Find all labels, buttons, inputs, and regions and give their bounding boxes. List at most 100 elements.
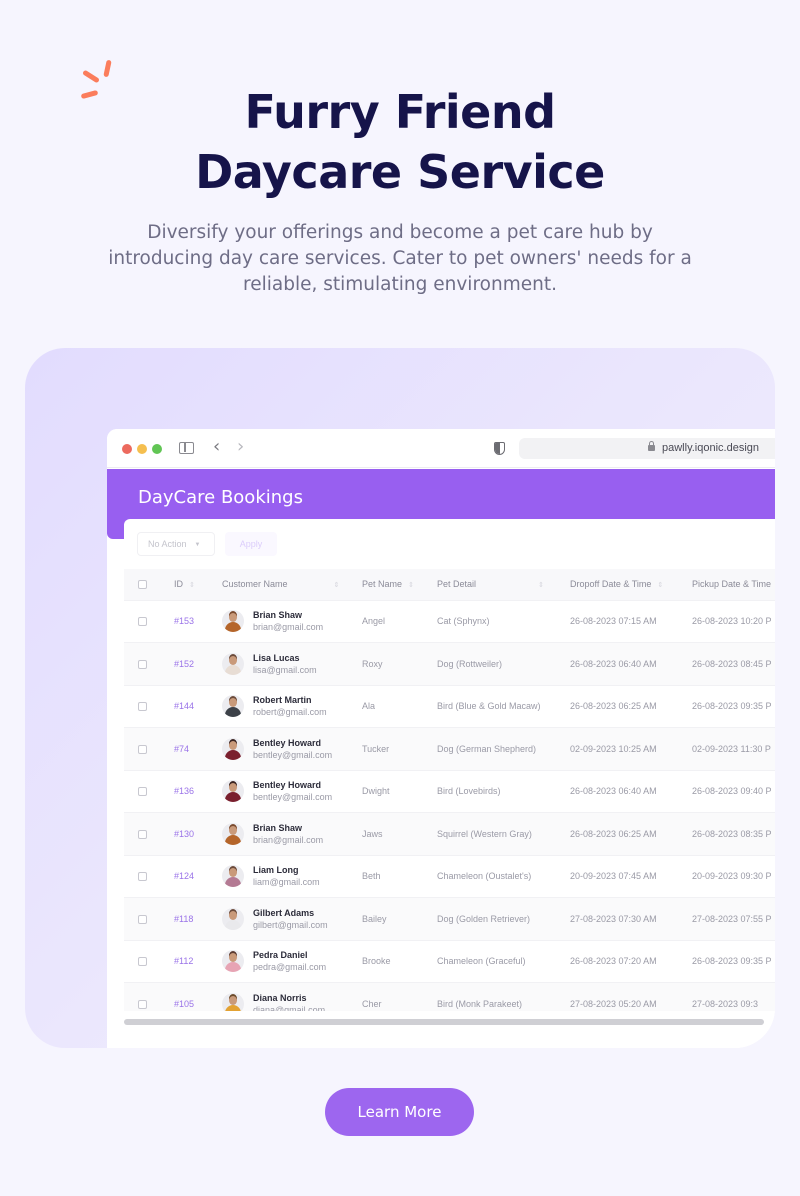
bulk-action-select[interactable]: No Action ▼ [137,532,215,556]
sort-icon[interactable]: ⇕ [334,581,340,589]
shield-icon[interactable] [494,442,505,455]
column-header-id[interactable]: ID ⇕ [174,569,222,600]
table-row[interactable]: #144 Robert Martin robert@gmail.com Ala Bird… [124,685,775,728]
sort-icon[interactable]: ⇕ [657,581,663,589]
chevron-down-icon: ▼ [194,541,201,548]
column-header-customer-name[interactable]: Customer Name ⇕ [222,569,362,600]
column-header-pet-name[interactable]: Pet Name ⇕ [362,569,437,600]
maximize-window-icon[interactable] [152,444,162,454]
horizontal-scrollbar[interactable] [124,1019,764,1025]
close-window-icon[interactable] [122,444,132,454]
row-checkbox[interactable] [138,617,147,627]
dropoff-datetime: 26-08-2023 06:40 AM [570,786,657,797]
pet-name: Ala [362,701,376,712]
pickup-datetime: 26-08-2023 08:35 P [692,828,772,839]
table-row[interactable]: #136 Bentley Howard bentley@gmail.com Dwigh… [124,770,775,813]
pet-name: Dwight [362,786,390,797]
booking-id-link[interactable]: #105 [174,999,194,1009]
row-checkbox[interactable] [138,702,147,712]
dropoff-datetime: 26-08-2023 06:40 AM [570,658,657,669]
booking-id-link[interactable]: #124 [174,871,194,881]
customer-cell: Pedra Daniel pedra@gmail.com [222,949,362,973]
customer-email: bentley@gmail.com [253,749,333,760]
row-checkbox[interactable] [138,829,147,839]
customer-name: Brian Shaw [253,822,303,833]
row-checkbox[interactable] [138,872,147,882]
pickup-datetime: 26-08-2023 10:20 P [692,616,772,627]
column-header-pet-detail[interactable]: Pet Detail ⇕ [437,569,570,600]
dropoff-datetime: 20-09-2023 07:45 AM [570,871,657,882]
dropoff-datetime: 02-09-2023 10:25 AM [570,743,657,754]
minimize-window-icon[interactable] [137,444,147,454]
row-checkbox[interactable] [138,659,147,669]
table-row[interactable]: #152 Lisa Lucas lisa@gmail.com Roxy Dog (Rot… [124,642,775,685]
forward-icon[interactable]: › [237,437,244,457]
row-checkbox[interactable] [138,744,147,754]
table-row[interactable]: #74 Bentley Howard bentley@gmail.com Tucker… [124,727,775,770]
sidebar-toggle-icon[interactable] [179,442,194,454]
row-checkbox[interactable] [138,1000,147,1010]
column-header-pickup[interactable]: Pickup Date & Time [692,569,775,600]
customer-cell: Lisa Lucas lisa@gmail.com [222,652,362,676]
customer-name: Pedra Daniel [253,950,308,961]
dropoff-datetime: 26-08-2023 06:25 AM [570,701,657,712]
pickup-datetime: 02-09-2023 11:30 P [692,743,771,754]
pet-detail: Bird (Blue & Gold Macaw) [437,701,541,712]
table-row[interactable]: #153 Brian Shaw brian@gmail.com Angel Cat (S… [124,600,775,643]
row-checkbox[interactable] [138,957,147,967]
url-text: pawlly.iqonic.design [662,442,760,454]
hero-title: Furry Friend Daycare Service [0,82,800,202]
row-checkbox[interactable] [138,787,147,797]
customer-name: Liam Long [253,865,299,876]
pet-detail: Squirrel (Western Gray) [437,828,532,839]
row-checkbox[interactable] [138,914,147,924]
customer-name: Bentley Howard [253,780,322,791]
table-row[interactable]: #130 Brian Shaw brian@gmail.com Jaws Squirre… [124,812,775,855]
select-all-checkbox[interactable] [138,580,147,590]
booking-id-link[interactable]: #136 [174,786,194,796]
browser-window: ‹ › pawlly.iqonic.design DayCare Booking… [107,429,775,1048]
table-row[interactable]: #112 Pedra Daniel pedra@gmail.com Brooke Cha… [124,940,775,983]
customer-cell: Bentley Howard bentley@gmail.com [222,779,362,803]
customer-email: gilbert@gmail.com [253,919,328,930]
pickup-datetime: 26-08-2023 08:45 P [692,658,772,669]
address-bar[interactable]: pawlly.iqonic.design [519,438,775,459]
pickup-datetime: 20-09-2023 09:30 P [692,871,772,882]
booking-id-link[interactable]: #74 [174,744,189,754]
showcase-panel: ‹ › pawlly.iqonic.design DayCare Booking… [25,348,775,1048]
sort-icon[interactable]: ⇕ [538,581,544,589]
pet-detail: Dog (Rottweiler) [437,658,503,669]
booking-id-link[interactable]: #153 [174,616,194,626]
pet-name: Roxy [362,658,383,669]
pet-name: Jaws [362,828,383,839]
table-header-row: ID ⇕ Customer Name ⇕ Pet Name ⇕ Pet Detail ⇕… [124,569,775,600]
customer-email: pedra@gmail.com [253,962,327,973]
customer-cell: Bentley Howard bentley@gmail.com [222,737,362,761]
pickup-datetime: 26-08-2023 09:35 P [692,956,772,967]
pet-detail: Dog (Golden Retriever) [437,913,531,924]
hero-title-line2: Daycare Service [195,145,605,199]
avatar [222,822,244,845]
booking-id-link[interactable]: #112 [174,956,193,966]
avatar [222,695,244,718]
table-row[interactable]: #118 Gilbert Adams gilbert@gmail.com Bailey… [124,897,775,940]
customer-email: brian@gmail.com [253,834,324,845]
pet-detail: Cat (Sphynx) [437,616,490,627]
sort-icon[interactable]: ⇕ [189,581,195,589]
table-row[interactable]: #124 Liam Long liam@gmail.com Beth Chameleon… [124,855,775,898]
back-icon[interactable]: ‹ [213,437,220,457]
dropoff-datetime: 27-08-2023 07:30 AM [570,913,657,924]
booking-id-link[interactable]: #130 [174,829,194,839]
apply-button[interactable]: Apply [225,532,277,556]
bookings-card: No Action ▼ Apply ID ⇕ Customer Name ⇕ Pet … [124,519,775,1048]
avatar [222,780,244,803]
avatar [222,865,244,888]
booking-id-link[interactable]: #144 [174,701,194,711]
pet-name: Brooke [362,956,391,967]
customer-cell: Robert Martin robert@gmail.com [222,694,362,718]
booking-id-link[interactable]: #152 [174,659,194,669]
sort-icon[interactable]: ⇕ [408,581,414,589]
column-header-dropoff[interactable]: Dropoff Date & Time ⇕ [570,569,692,600]
learn-more-button[interactable]: Learn More [325,1088,474,1136]
booking-id-link[interactable]: #118 [174,914,193,924]
